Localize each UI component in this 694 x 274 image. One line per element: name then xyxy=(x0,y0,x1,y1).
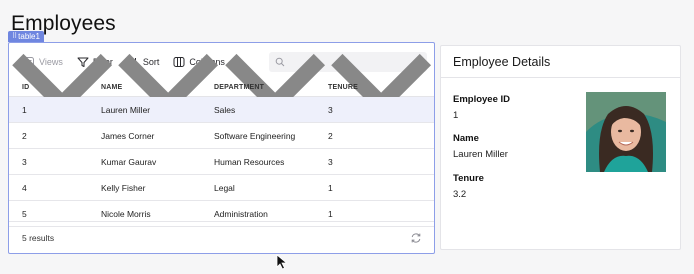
employees-table: Views Filter Sort Columns ID NAME DEPART… xyxy=(8,42,435,254)
field-label: Employee ID xyxy=(453,94,511,105)
cell-tenure: 2 xyxy=(328,131,333,141)
cell-department: Legal xyxy=(214,183,235,193)
portrait-icon xyxy=(586,92,666,172)
field-tenure: Tenure 3.2 xyxy=(453,173,484,200)
refresh-icon[interactable] xyxy=(410,232,422,244)
cell-id: 1 xyxy=(22,105,27,115)
field-employee-id: Employee ID 1 xyxy=(453,94,510,121)
table-row[interactable]: 3 Kumar Gaurav Human Resources 3 xyxy=(9,149,434,175)
cell-id: 4 xyxy=(22,183,27,193)
cell-department: Sales xyxy=(214,105,236,115)
table-footer: 5 results xyxy=(9,221,434,253)
cell-department: Software Engineering xyxy=(214,131,296,141)
field-value: 3.2 xyxy=(453,189,467,200)
table-row[interactable]: 2 James Corner Software Engineering 2 xyxy=(9,123,434,149)
cell-name: Kumar Gaurav xyxy=(101,157,157,167)
cell-name: Lauren Miller xyxy=(101,105,151,115)
mouse-cursor-icon xyxy=(276,254,288,270)
employee-photo xyxy=(586,92,666,172)
column-header-department[interactable]: DEPARTMENT xyxy=(214,77,264,97)
table-header: ID NAME DEPARTMENT TENURE xyxy=(9,54,434,116)
column-header-id[interactable]: ID xyxy=(22,77,29,97)
cell-department: Human Resources xyxy=(214,157,285,167)
cell-name: James Corner xyxy=(101,131,155,141)
cell-tenure: 3 xyxy=(328,157,333,167)
column-header-name[interactable]: NAME xyxy=(101,77,122,97)
employee-details-card: Employee Details Employee ID 1 Name Laur… xyxy=(440,45,681,250)
table-row[interactable]: 4 Kelly Fisher Legal 1 xyxy=(9,175,434,201)
field-value: 1 xyxy=(453,110,459,121)
cell-id: 2 xyxy=(22,131,27,141)
field-value: Lauren Miller xyxy=(453,149,508,160)
results-count: 5 results xyxy=(22,232,55,243)
field-label: Name xyxy=(453,133,479,144)
column-header-tenure[interactable]: TENURE xyxy=(328,77,358,97)
cell-tenure: 3 xyxy=(328,105,333,115)
column-header-label: DEPARTMENT xyxy=(214,83,265,91)
cell-id: 3 xyxy=(22,157,27,167)
column-header-label: TENURE xyxy=(328,83,358,91)
table-row[interactable]: 1 Lauren Miller Sales 3 xyxy=(9,97,434,123)
column-header-label: NAME xyxy=(101,83,123,91)
cell-tenure: 1 xyxy=(328,183,333,193)
field-name: Name Lauren Miller xyxy=(453,133,508,160)
details-title: Employee Details xyxy=(441,46,680,78)
table-body: 1 Lauren Miller Sales 3 2 James Corner S… xyxy=(9,97,434,227)
field-label: Tenure xyxy=(453,173,484,184)
column-header-label: ID xyxy=(22,83,30,91)
cell-name: Kelly Fisher xyxy=(101,183,146,193)
